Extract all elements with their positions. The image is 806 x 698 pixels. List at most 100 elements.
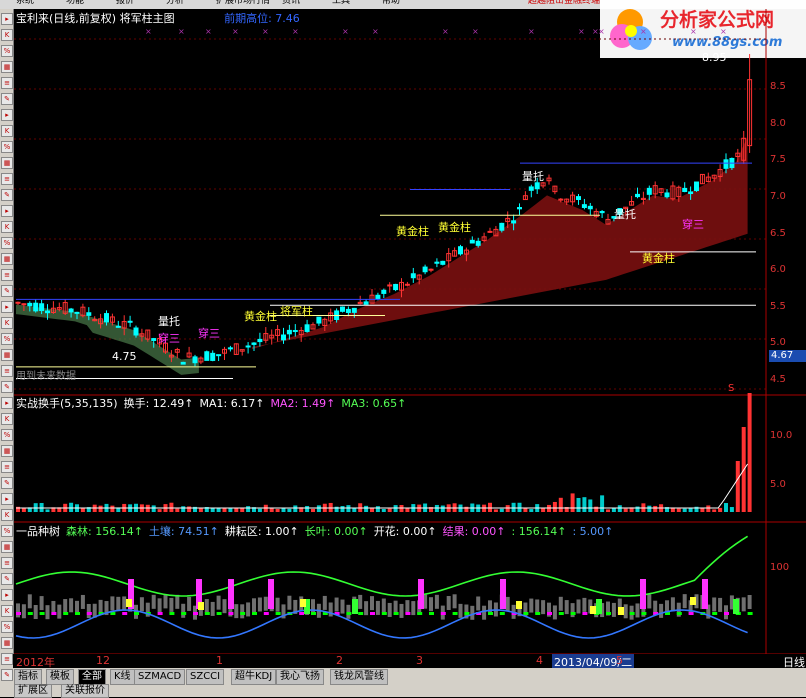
turnover-bar — [635, 506, 640, 512]
indicator-bar — [611, 602, 616, 617]
indicator-bar — [216, 595, 221, 610]
indicator-dot — [641, 612, 647, 615]
menu-item[interactable]: 资讯 — [282, 0, 300, 6]
indicator-bar — [175, 594, 180, 609]
turnover-bar — [558, 497, 563, 512]
indicator-dot — [688, 612, 694, 615]
candle-body — [499, 222, 505, 231]
indicator-dot — [169, 612, 175, 615]
indicator-bar — [210, 601, 215, 616]
candle-body — [192, 356, 198, 364]
menu-item[interactable]: 工具 — [332, 0, 350, 6]
signal-bar — [126, 599, 132, 607]
indicator-bar — [334, 597, 339, 612]
indicator-dot — [63, 612, 69, 615]
indicator-bar — [375, 600, 380, 615]
indicator-dot — [488, 612, 493, 615]
candle-body — [381, 289, 387, 294]
indicator-bar — [33, 605, 38, 620]
candle-body — [27, 302, 33, 307]
chart-annotation: 将军柱 — [280, 304, 313, 318]
turnover-bar — [682, 508, 687, 512]
turnover-bar — [281, 508, 286, 512]
signal-bar — [596, 599, 602, 614]
bottom-tab[interactable]: 指标 — [14, 669, 42, 685]
candle-body — [351, 307, 357, 313]
turnover-bar — [311, 508, 315, 512]
indicator-dot — [393, 612, 399, 615]
menu-item[interactable]: 超越阻击金融终端 — [528, 0, 600, 6]
bottom-tab-secondary[interactable]: 关联报价 — [61, 684, 109, 698]
menu-item[interactable]: 报价 — [116, 0, 134, 6]
turnover-bar — [517, 502, 522, 512]
indicator-bar — [57, 604, 62, 619]
indicator-bar — [446, 596, 451, 611]
indicator-bar — [370, 596, 374, 611]
chart-annotation: 4.75 — [112, 350, 137, 363]
candle-body — [86, 312, 92, 316]
turnover-bar — [181, 506, 186, 512]
menu-item[interactable]: 帮助 — [382, 0, 400, 6]
menu-item[interactable]: 系统 — [16, 0, 34, 6]
bottom-tab[interactable]: 超牛KDJ — [231, 669, 277, 685]
kline-chart[interactable]: × × × × × × × × × × × × × × × × × 量托穿三 穿三4.75黄金柱 将军柱黄金柱 黄金柱… — [0, 9, 806, 677]
indicator-value: MA3: 0.65↑ — [341, 397, 407, 410]
candle-body — [511, 220, 517, 224]
candle-body — [599, 210, 605, 214]
indicator-dot — [712, 612, 718, 615]
indicator-value: 森林: 156.14↑ — [66, 525, 143, 538]
bottom-tab[interactable]: K线 — [110, 669, 135, 685]
menu-item[interactable]: 功能 — [66, 0, 84, 6]
indicator-bar — [535, 599, 540, 614]
indicator-dot — [122, 612, 128, 615]
indicator-bar — [558, 596, 563, 611]
indicator-bar — [63, 599, 68, 614]
menu-item[interactable]: 扩展市场行情 — [216, 0, 270, 6]
bottom-tab[interactable]: SZCCI — [186, 669, 225, 685]
menu-item[interactable]: 分析 — [166, 0, 184, 6]
candle-body — [115, 325, 121, 328]
ma1-line — [16, 463, 749, 509]
top-marker: × — [145, 27, 152, 36]
bottom-tab[interactable]: 全部 — [78, 669, 106, 685]
indicator-bar — [718, 597, 723, 612]
candle-body — [180, 361, 186, 365]
top-marker: × — [640, 27, 647, 36]
indicator-dot — [429, 612, 434, 615]
turnover-bar — [228, 508, 233, 512]
turnover-bar — [45, 509, 50, 512]
bottom-tab[interactable]: 我心飞扬 — [276, 669, 324, 685]
signal-bar — [690, 597, 696, 605]
turnover-bar — [375, 506, 380, 512]
turnover-bar — [393, 505, 398, 512]
candle-body — [587, 205, 593, 210]
candle-body — [682, 187, 688, 193]
bottom-tab[interactable]: 钱龙风警线 — [330, 669, 388, 685]
candle-body — [345, 308, 351, 313]
indicator-dot — [204, 612, 210, 615]
signal-bar — [516, 601, 522, 609]
signal-bar — [618, 607, 624, 615]
indicator-bar — [328, 602, 333, 617]
bottom-tab[interactable]: SZMACD — [134, 669, 186, 685]
chart-annotation: 穿三 — [198, 326, 220, 340]
candle-body — [440, 260, 446, 265]
indicator-value: 耕耘区: 1.00↑ — [224, 525, 299, 538]
turnover-bar — [381, 508, 386, 512]
indicator-dot — [157, 612, 163, 615]
candle-body — [469, 239, 475, 244]
prev-high-label: 前期高位: 7.46 — [224, 12, 300, 25]
turnover-bar — [676, 508, 681, 512]
indicator-bar — [411, 601, 416, 616]
bottom-tab-secondary[interactable]: 扩展区 — [14, 684, 52, 698]
candle-body — [210, 352, 216, 361]
indicator-bar — [122, 596, 127, 611]
sell-mark: S — [728, 383, 734, 394]
bottom-tab[interactable]: 模板 — [46, 669, 74, 685]
pin-tick: 100 — [770, 562, 790, 573]
indicator-bar — [204, 599, 209, 614]
price-tick: 5.5 — [770, 300, 786, 312]
indicator-name: 一品种树 — [16, 525, 60, 538]
turnover-bar — [151, 505, 156, 512]
turnover-bar — [594, 506, 599, 512]
